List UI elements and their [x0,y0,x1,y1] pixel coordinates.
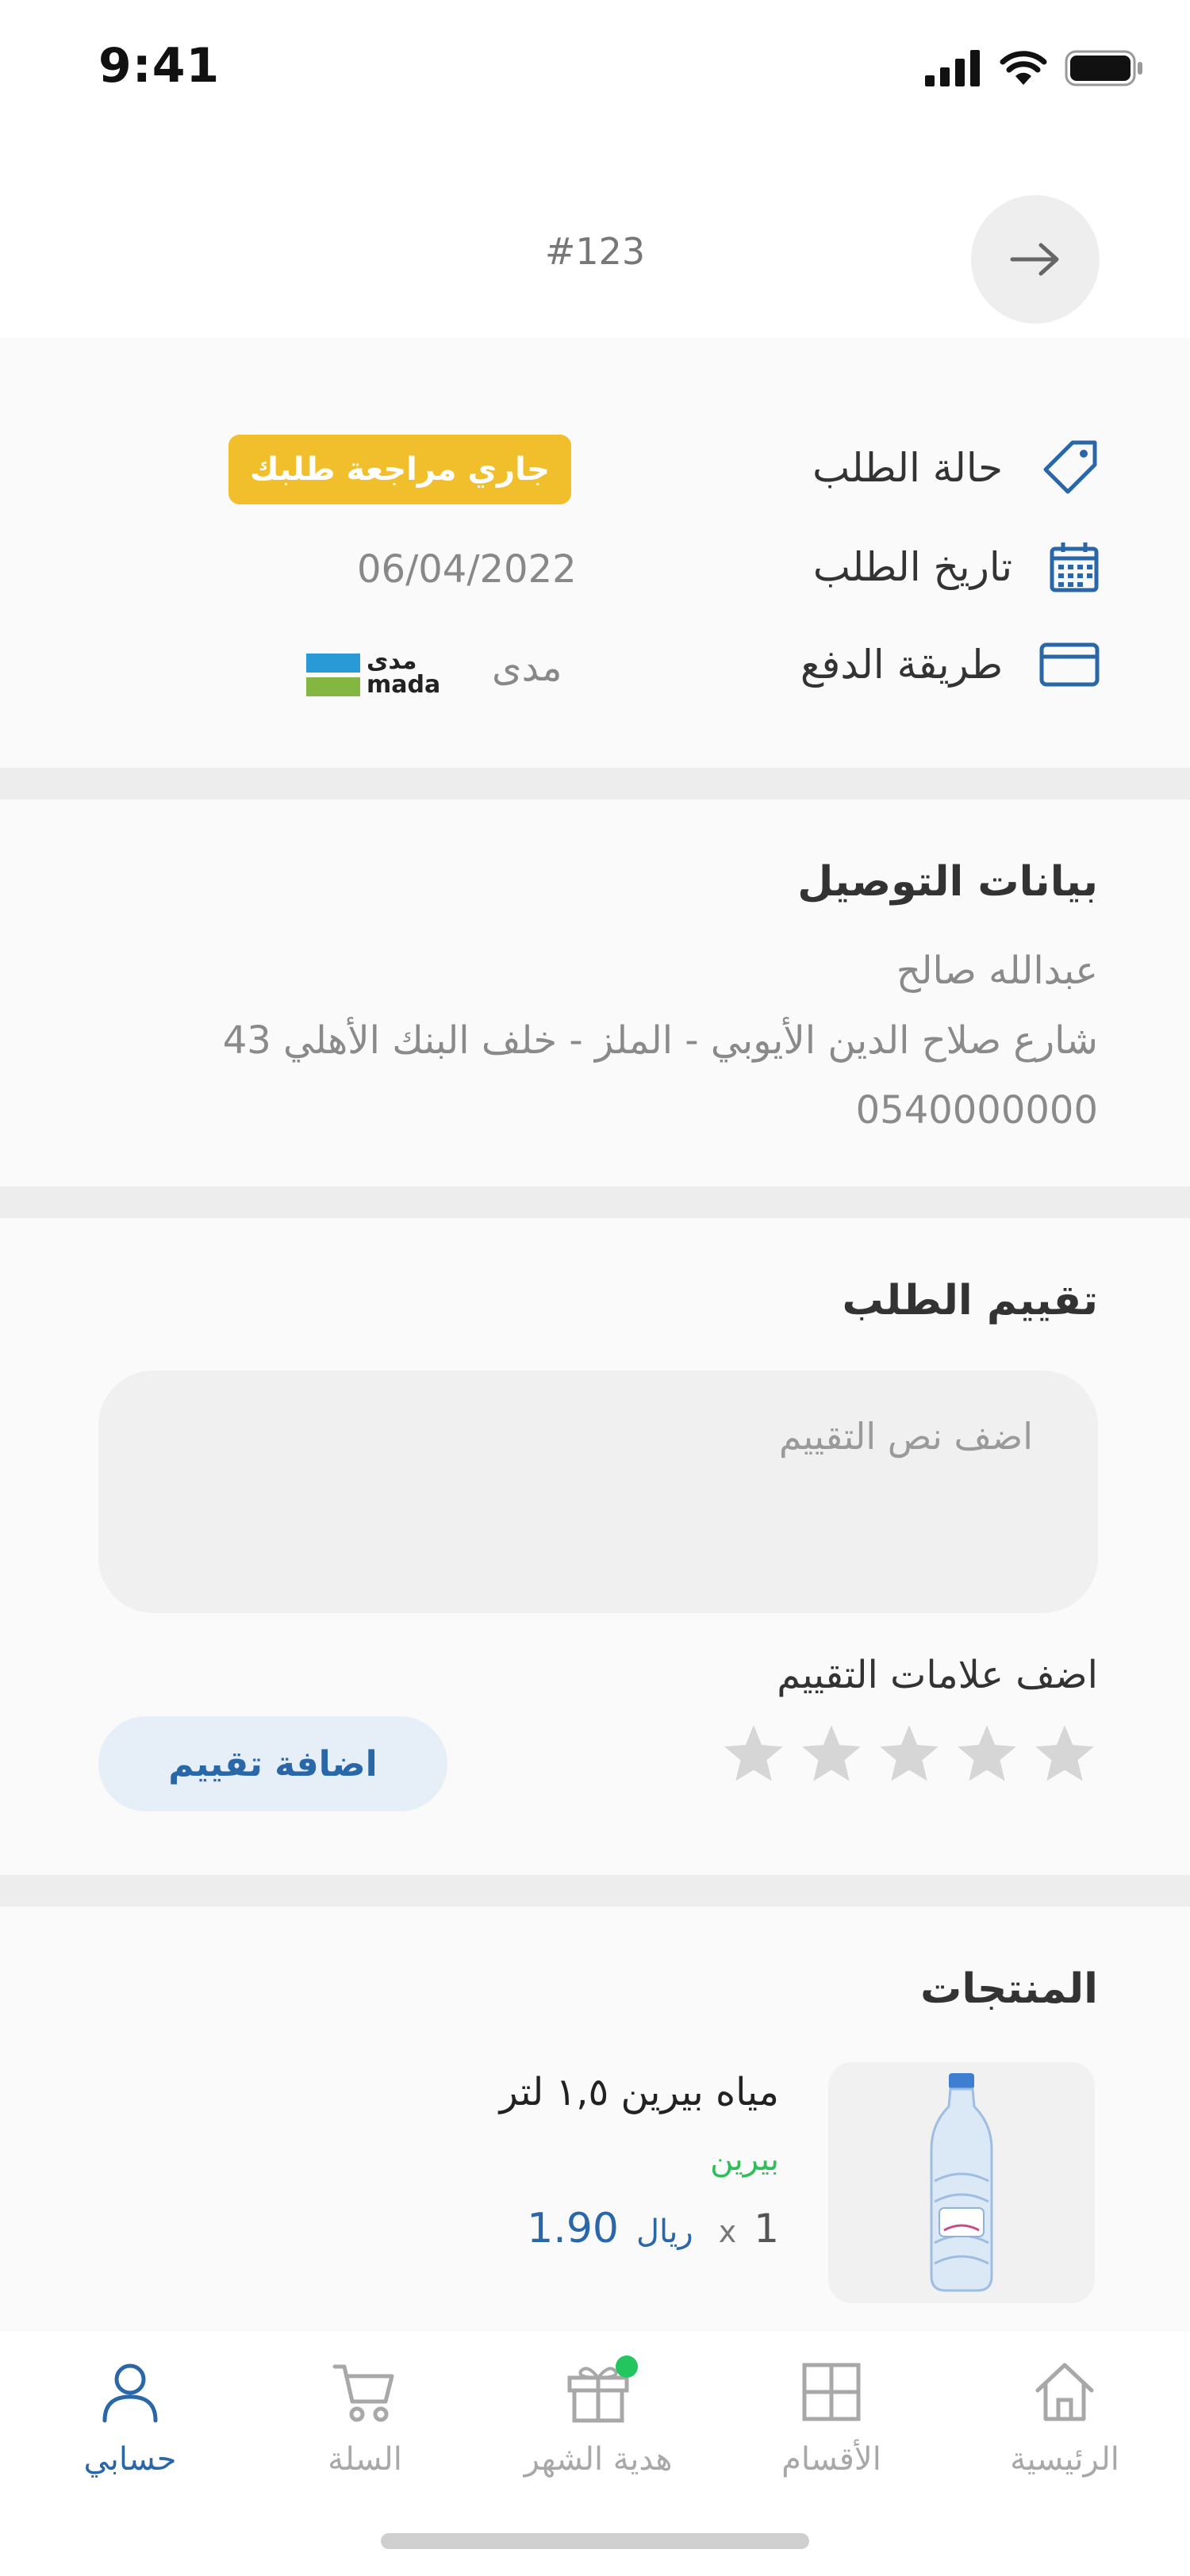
nav-item-home[interactable]: الرئيسية [962,2360,1168,2478]
back-button[interactable] [971,195,1100,324]
nav-label-account: حسابي [83,2441,177,2478]
home-indicator [381,2533,809,2549]
home-icon [1035,2363,1094,2421]
status-icons [925,49,1144,87]
review-text-input[interactable]: اضف نص التقييم [98,1370,1098,1613]
delivery-title: بيانات التوصيل [797,858,1098,906]
product-price-row: 1.90 ريال x 1 [527,2205,779,2252]
nav-label-categories: الأقسام [781,2441,881,2478]
product-brand: بيرين [710,2141,779,2178]
nav-item-account[interactable]: حسابي [27,2360,233,2478]
review-title: تقييم الطلب [842,1277,1098,1324]
review-placeholder: اضف نص التقييم [778,1415,1033,1458]
star-icon[interactable] [798,1721,865,1788]
star-icon[interactable] [720,1721,787,1788]
products-title: المنتجات [920,1965,1098,2013]
grid-icon [802,2363,861,2421]
nav-label-cart: السلة [328,2441,402,2478]
mada-logo-en: mada [367,671,441,699]
cart-icon [332,2364,394,2422]
review-stars-label: اضف علامات التقييم [777,1653,1098,1697]
battery-icon [1065,50,1142,86]
delivery-address: شارع صلاح الدين الأيوبي - الملز - خلف ال… [222,1018,1098,1063]
star-icon[interactable] [1031,1721,1098,1788]
star-icon[interactable] [876,1721,942,1788]
order-date-value: 06/04/2022 [357,547,577,592]
status-badge: جاري مراجعة طلبك [228,435,571,504]
add-review-button[interactable]: اضافة تقييم [98,1716,447,1811]
credit-card-icon [1039,642,1100,687]
delivery-name: عبدالله صالح [896,949,1098,993]
divider [0,1186,1190,1218]
delivery-phone: 0540000000 [855,1088,1098,1133]
user-icon [102,2363,158,2423]
price-value: 1.90 [527,2205,619,2252]
mada-logo: مدى mada [306,647,441,700]
notification-dot [616,2356,638,2378]
nav-item-monthly-gift[interactable]: هدية الشهر [495,2356,701,2478]
water-bottle-icon [930,2073,993,2292]
product-name[interactable]: مياه بيرين ١,٥ لتر [500,2070,779,2114]
order-date-row: تاريخ الطلب [813,541,1100,593]
wifi-icon [1000,51,1047,85]
order-status-row: حالة الطلب [812,438,1100,498]
nav-label-home: الرئيسية [1010,2441,1119,2478]
nav-item-categories[interactable]: الأقسام [728,2360,935,2478]
signal-icon [925,50,980,86]
tag-icon [1043,440,1097,494]
payment-method-label: طريقة الدفع [800,642,1003,688]
gift-icon-wrapper [565,2356,638,2424]
arrow-right-icon [1010,243,1059,276]
calendar-icon [1050,542,1099,592]
payment-method-row: طريقة الدفع [800,641,1100,688]
star-icon[interactable] [954,1721,1020,1788]
status-time: 9:41 [98,38,221,94]
payment-method-value: مدى [492,646,562,690]
divider [0,768,1190,799]
rating-stars[interactable] [720,1721,1098,1788]
product-image[interactable] [828,2062,1095,2303]
order-date-label: تاريخ الطلب [812,544,1012,590]
price-currency: ريال [635,2214,693,2250]
divider [0,1875,1190,1907]
nav-item-cart[interactable]: السلة [262,2360,468,2478]
nav-label-monthly-gift: هدية الشهر [524,2441,673,2478]
order-status-label: حالة الطلب [812,445,1003,491]
quantity-value: 1 [754,2206,779,2252]
quantity-sign: x [718,2214,737,2249]
